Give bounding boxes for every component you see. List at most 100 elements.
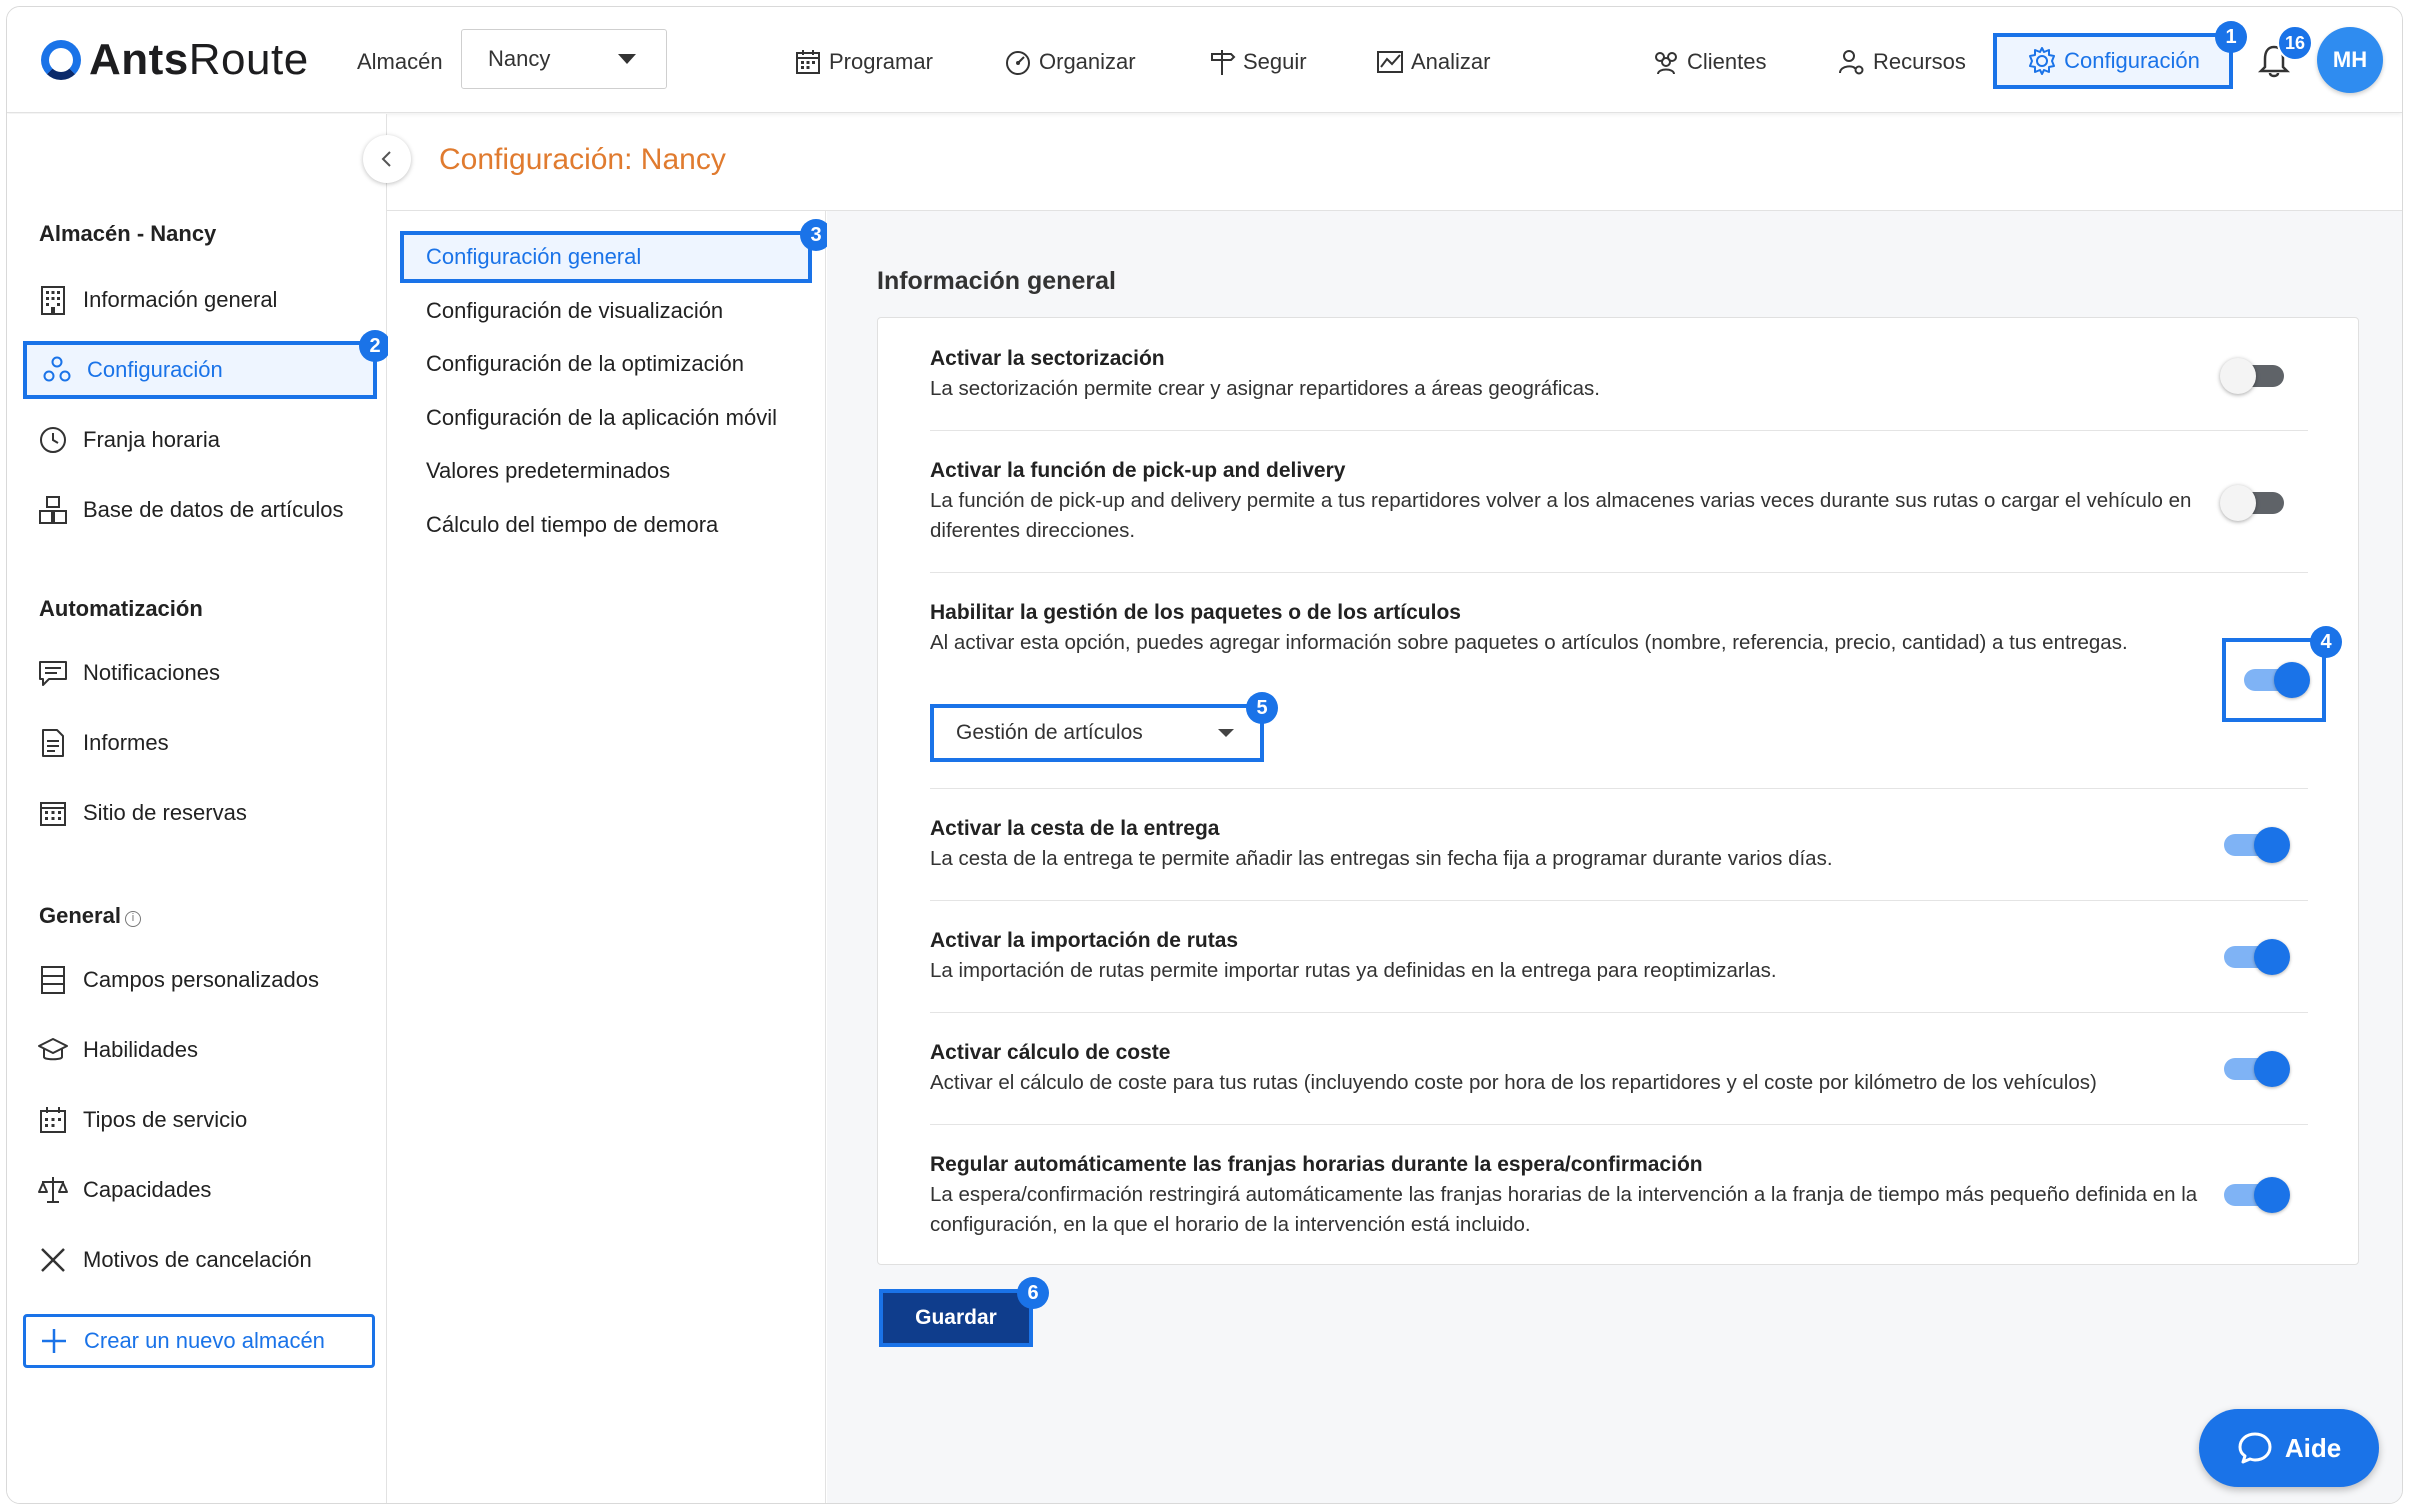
setting-description: La cesta de la entrega te permite añadir… <box>930 847 1833 870</box>
sidebar-item-habilidades[interactable]: Habilidades <box>23 1021 377 1079</box>
setting-title: Activar cálculo de coste <box>930 1041 1171 1064</box>
toggle-knob <box>2220 485 2256 521</box>
nav-programar[interactable]: Programar <box>793 47 933 77</box>
clock-icon <box>40 427 66 453</box>
step-badge-4: 4 <box>2310 626 2342 658</box>
submenu-calculo-tiempo-demora[interactable]: Cálculo del tiempo de demora <box>400 499 812 551</box>
sidebar-item-campos-personalizados[interactable]: Campos personalizados <box>23 951 377 1009</box>
notification-count-badge: 16 <box>2277 25 2313 61</box>
calendar-icon <box>796 50 820 74</box>
row-divider <box>930 788 2308 789</box>
logo-mark-icon <box>41 40 81 80</box>
sidebar-item-tipos-de-servicio[interactable]: Tipos de servicio <box>23 1091 377 1149</box>
gauge-icon <box>1006 51 1030 75</box>
toggle-gestion-paquetes[interactable] <box>2244 662 2310 698</box>
submenu-configuracion-optimizacion[interactable]: Configuración de la optimización <box>400 338 812 390</box>
setting-title: Habilitar la gestión de los paquetes o d… <box>930 601 1461 624</box>
graduation-cap-icon <box>38 1038 68 1061</box>
step-badge-5: 5 <box>1246 692 1278 724</box>
setting-description: La sectorización permite crear y asignar… <box>930 377 1600 400</box>
sidebar-item-capacidades[interactable]: Capacidades <box>23 1161 377 1219</box>
chart-icon <box>1377 51 1403 73</box>
user-avatar[interactable]: MH <box>2317 27 2383 93</box>
building-icon <box>41 286 65 315</box>
logo-text: AntsRoute <box>89 35 309 84</box>
toggle-knob <box>2254 827 2290 863</box>
submenu-valores-predeterminados[interactable]: Valores predeterminados <box>400 445 812 497</box>
calendar-grid-icon <box>40 802 66 826</box>
users-icon <box>1655 52 1677 75</box>
warehouse-select[interactable]: Nancy <box>461 29 667 89</box>
setting-row-importacion-rutas: Activar la importación de rutas La impor… <box>930 926 2308 986</box>
document-icon <box>42 729 64 757</box>
step-badge-6: 6 <box>1017 1277 1049 1309</box>
sidebar-item-sitio-de-reservas[interactable]: Sitio de reservas <box>23 784 377 842</box>
setting-row-sectorizacion: Activar la sectorización La sectorizació… <box>930 344 2308 404</box>
warehouse-label: Almacén <box>357 49 443 74</box>
create-warehouse-button[interactable]: Crear un nuevo almacén <box>23 1314 375 1368</box>
setting-description: Activar el cálculo de coste para tus rut… <box>930 1071 2097 1094</box>
main-content: Información general Activar la sectoriza… <box>827 211 2402 1503</box>
boxes-icon <box>39 496 67 524</box>
toggle-franjas-horarias[interactable] <box>2224 1177 2290 1213</box>
toggle-calculo-coste[interactable] <box>2224 1051 2290 1087</box>
sidebar-item-motivos-de-cancelacion[interactable]: Motivos de cancelación <box>23 1231 377 1289</box>
setting-row-cesta-entrega: Activar la cesta de la entrega La cesta … <box>930 814 2308 874</box>
nav-organizar[interactable]: Organizar <box>1003 47 1136 77</box>
settings-card: Activar la sectorización La sectorizació… <box>877 317 2359 1265</box>
sidebar-item-informacion-general[interactable]: Información general <box>23 271 377 329</box>
help-button[interactable]: Aide <box>2199 1409 2379 1487</box>
sidebar-item-configuracion[interactable]: Configuración <box>23 341 377 399</box>
toggle-pickup-delivery[interactable] <box>2220 485 2284 521</box>
sidebar-section-general: General i <box>39 903 141 929</box>
sidebar-item-informes[interactable]: Informes <box>23 714 377 772</box>
row-divider <box>930 572 2308 573</box>
toggle-cesta-entrega[interactable] <box>2224 827 2290 863</box>
nav-recursos[interactable]: Recursos <box>1837 47 1966 77</box>
article-management-dropdown[interactable]: Gestión de artículos <box>930 704 1264 762</box>
nav-analizar[interactable]: Analizar <box>1375 47 1490 77</box>
caret-down-icon <box>618 54 636 64</box>
toggle-knob <box>2254 1177 2290 1213</box>
toggle-knob <box>2254 1051 2290 1087</box>
setting-title: Activar la sectorización <box>930 347 1165 370</box>
setting-description: La función de pick-up and delivery permi… <box>930 489 2192 542</box>
page-title: Configuración: Nancy <box>439 143 726 176</box>
setting-description: La importación de rutas permite importar… <box>930 959 1777 982</box>
save-button[interactable]: Guardar <box>879 1289 1033 1347</box>
sidebar-section-automation: Automatización <box>39 596 203 621</box>
setting-title: Regular automáticamente las franjas hora… <box>930 1153 1703 1176</box>
setting-title: Activar la función de pick-up and delive… <box>930 459 1346 482</box>
toggle-knob <box>2274 662 2310 698</box>
toggle-knob <box>2254 939 2290 975</box>
antsroute-logo[interactable]: AntsRoute <box>41 35 309 85</box>
sidebar-item-base-de-datos[interactable]: Base de datos de artículos <box>23 481 377 539</box>
step-badge-2: 2 <box>359 330 391 362</box>
nav-configuracion[interactable]: Configuración <box>1993 33 2233 89</box>
section-title: Información general <box>877 267 1116 295</box>
info-icon[interactable]: i <box>124 911 141 927</box>
setting-title: Activar la cesta de la entrega <box>930 817 1220 840</box>
row-divider <box>930 430 2308 431</box>
sidebar-item-franja-horaria[interactable]: Franja horaria <box>23 411 377 469</box>
setting-title: Activar la importación de rutas <box>930 929 1239 952</box>
submenu-configuracion-general[interactable]: Configuración general <box>400 231 812 283</box>
sidebar-section-warehouse: Almacén - Nancy <box>39 221 217 246</box>
nav-clientes[interactable]: Clientes <box>1651 47 1766 77</box>
sidebar: Almacén - Nancy Información general Conf… <box>7 114 391 1503</box>
setting-row-gestion-paquetes: Habilitar la gestión de los paquetes o d… <box>930 598 2308 658</box>
toggle-knob <box>2220 358 2256 394</box>
collapse-sidebar-button[interactable] <box>363 135 411 183</box>
signpost-icon <box>1211 50 1236 75</box>
setting-row-pickup-delivery: Activar la función de pick-up and delive… <box>930 456 2308 546</box>
plus-icon <box>42 1329 66 1353</box>
submenu-configuracion-aplicacion-movil[interactable]: Configuración de la aplicación móvil <box>400 392 812 444</box>
submenu-configuracion-visualizacion[interactable]: Configuración de visualización <box>400 285 812 337</box>
sidebar-item-notificaciones[interactable]: Notificaciones <box>23 644 377 702</box>
setting-description: La espera/confirmación restringirá autom… <box>930 1183 2198 1236</box>
nav-seguir[interactable]: Seguir <box>1207 47 1307 77</box>
user-gear-icon <box>1839 50 1864 75</box>
toggle-sectorizacion[interactable] <box>2220 358 2284 394</box>
toggle-importacion-rutas[interactable] <box>2224 939 2290 975</box>
step-badge-1: 1 <box>2215 21 2247 53</box>
